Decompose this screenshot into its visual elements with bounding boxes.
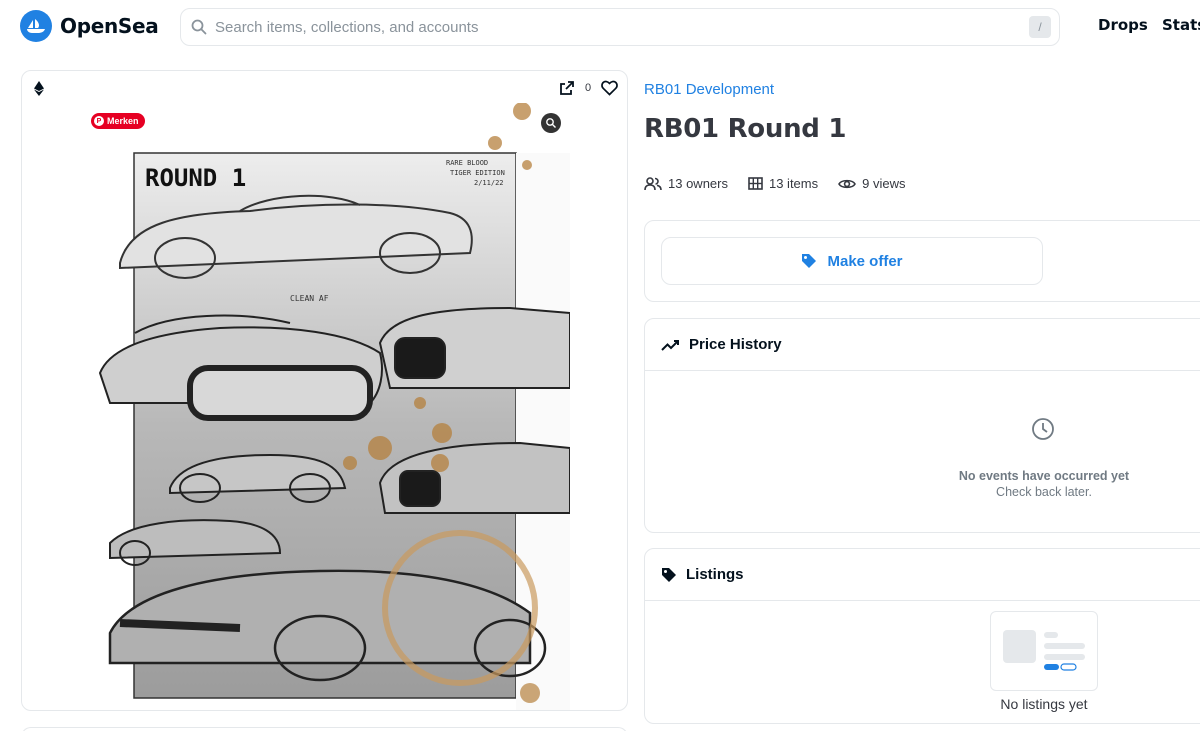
heart-icon[interactable]	[601, 80, 618, 101]
make-offer-label: Make offer	[827, 252, 903, 270]
listings-panel: Listings No listings yet	[644, 548, 1200, 724]
svg-text:2/11/22: 2/11/22	[474, 179, 504, 187]
listings-body: No listings yet	[645, 601, 1200, 723]
svg-text:CLEAN AF: CLEAN AF	[290, 294, 329, 303]
owners-stat[interactable]: 13 owners	[644, 176, 728, 191]
price-history-header[interactable]: Price History	[645, 319, 1200, 371]
ethereum-icon	[34, 81, 44, 101]
opensea-logo[interactable]: OpenSea	[20, 10, 159, 42]
grid-icon	[748, 177, 763, 190]
nav-drops-link[interactable]: Drops	[1098, 16, 1148, 34]
open-external-icon[interactable]	[559, 80, 575, 101]
no-events-title: No events have occurred yet	[958, 469, 1130, 483]
pinterest-save-label: Merken	[107, 116, 139, 126]
pinterest-icon: P	[94, 116, 104, 126]
make-offer-button[interactable]: Make offer	[661, 237, 1043, 285]
opensea-logo-icon	[20, 10, 52, 42]
brand-name: OpenSea	[60, 14, 159, 38]
nav-stats-link[interactable]: Stats	[1162, 16, 1200, 34]
search-bar[interactable]: /	[180, 8, 1060, 46]
search-input[interactable]	[215, 18, 1029, 36]
no-listings-text: No listings yet	[1000, 696, 1088, 712]
item-stats: 13 owners 13 items 9 views	[644, 176, 925, 191]
price-history-body: No events have occurred yet Check back l…	[645, 371, 1200, 532]
trade-card: Make offer	[644, 220, 1200, 302]
favorite-count: 0	[585, 82, 592, 94]
no-events-subtitle: Check back later.	[996, 485, 1092, 499]
eye-icon	[838, 179, 857, 188]
listings-title: Listings	[686, 566, 744, 583]
search-icon	[189, 17, 209, 37]
media-toolbar: 0	[22, 71, 627, 107]
lens-search-icon[interactable]	[541, 113, 561, 133]
search-shortcut-key: /	[1029, 16, 1051, 38]
description-card	[21, 727, 628, 731]
items-stat: 13 items	[748, 176, 818, 191]
artwork-image[interactable]: RARE BLOOD TIGER EDITION 2/11/22 CLEAN A…	[90, 103, 570, 711]
price-history-title: Price History	[689, 336, 782, 353]
top-navbar: OpenSea / Drops Stats	[0, 0, 1200, 54]
pinterest-save-button[interactable]: P Merken	[91, 113, 145, 129]
price-history-panel: Price History No events have occurred ye…	[644, 318, 1200, 533]
media-card: 0 RARE BLOOD TIGER EDITION 2/11/22 CLEAN…	[21, 70, 628, 711]
tag-icon	[662, 567, 676, 582]
owners-count: 13 owners	[668, 176, 728, 191]
item-title: RB01 Round 1	[644, 114, 847, 144]
listings-header[interactable]: Listings	[645, 549, 1200, 601]
svg-text:RARE BLOOD: RARE BLOOD	[446, 159, 488, 167]
artwork-title: ROUND 1	[145, 164, 246, 192]
collection-link[interactable]: RB01 Development	[644, 81, 774, 98]
views-count: 9 views	[862, 176, 906, 191]
empty-listings-illustration	[990, 611, 1098, 691]
items-count: 13 items	[768, 176, 819, 191]
people-icon	[644, 176, 662, 190]
trending-icon	[661, 339, 679, 351]
clock-icon	[1032, 418, 1054, 440]
svg-text:TIGER EDITION: TIGER EDITION	[450, 169, 505, 177]
tag-icon	[802, 254, 817, 268]
views-stat: 9 views	[838, 176, 905, 191]
